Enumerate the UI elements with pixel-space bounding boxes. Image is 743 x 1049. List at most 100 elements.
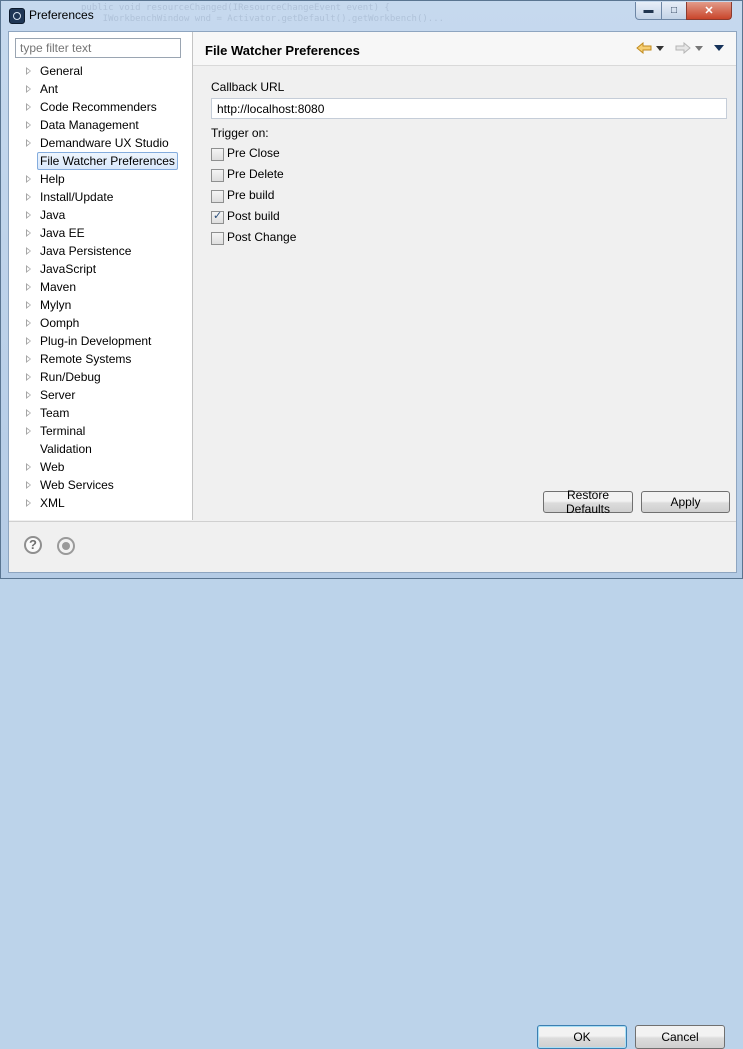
tree-item[interactable]: Ant [9,80,192,98]
title-bar[interactable]: Preferences public void resourceChanged(… [1,1,742,31]
apply-button[interactable]: Apply [641,491,730,513]
dialog-button-bar: ? OK Cancel [9,521,736,1049]
callback-url-input[interactable] [211,98,727,119]
tree-item[interactable]: Java [9,206,192,224]
page-title: File Watcher Preferences [205,43,360,58]
expand-arrow-icon[interactable] [26,409,31,417]
tree-item-label: Help [40,172,65,186]
tree-item-label: Terminal [40,424,86,438]
tree-item-label: Maven [40,280,77,294]
trigger-checkbox[interactable] [211,169,224,182]
forward-arrow-icon[interactable] [675,42,691,54]
trigger-checkbox[interactable] [211,232,224,245]
expand-arrow-icon[interactable] [26,247,31,255]
tree-item[interactable]: Server [9,386,192,404]
tree-item[interactable]: Team [9,404,192,422]
tree-item[interactable]: Install/Update [9,188,192,206]
expand-arrow-icon[interactable] [26,391,31,399]
tree-item[interactable]: Web Services [9,476,192,494]
tree-item-label: Data Management [40,118,139,132]
tree-item[interactable]: Plug-in Development [9,332,192,350]
tree-item[interactable]: Data Management [9,116,192,134]
expand-arrow-icon[interactable] [26,301,31,309]
close-button[interactable]: ✕ [686,2,732,20]
minimize-button[interactable]: ▬ [635,2,662,20]
trigger-checkbox[interactable] [211,209,224,224]
tree-item[interactable]: Demandware UX Studio [9,134,192,152]
preference-page: File Watcher Preferences Callback URL Tr… [193,32,736,520]
tree-item[interactable]: Help [9,170,192,188]
tree-item-label: Team [40,406,70,420]
expand-arrow-icon[interactable] [26,139,31,147]
expand-arrow-icon[interactable] [26,103,31,111]
expand-arrow-icon[interactable] [26,211,31,219]
tree-item[interactable]: JavaScript [9,260,192,278]
dialog-client-area: General Ant Code Recommenders Data Manageme… [8,31,737,1049]
expand-arrow-icon[interactable] [26,427,31,435]
tree-item[interactable]: File Watcher Preferences [9,152,192,170]
tree-item[interactable]: Code Recommenders [9,98,192,116]
tree-item[interactable]: Mylyn [9,296,192,314]
expand-arrow-icon[interactable] [26,355,31,363]
tree-item[interactable]: General [9,62,192,80]
expand-arrow-icon[interactable] [26,193,31,201]
maximize-icon: □ [670,5,678,16]
tree-item[interactable]: Validation [9,440,192,458]
tree-item[interactable]: Oomph [9,314,192,332]
callback-url-label: Callback URL [211,80,285,94]
preference-tree-pane: General Ant Code Recommenders Data Manageme… [9,32,193,520]
expand-arrow-icon[interactable] [26,175,31,183]
back-arrow-icon[interactable] [636,42,652,54]
restore-defaults-button[interactable]: Restore Defaults [543,488,633,516]
trigger-checkbox-label: Pre build [227,188,275,202]
expand-arrow-icon[interactable] [26,337,31,345]
expand-arrow-icon[interactable] [26,481,31,489]
tree-item-label: Java Persistence [40,244,132,258]
tree-item-label: Plug-in Development [40,334,152,348]
tree-item-label: Java EE [40,226,85,240]
expand-arrow-icon[interactable] [26,229,31,237]
record-icon[interactable] [57,537,75,555]
tree-item-label: JavaScript [40,262,97,276]
tree-item[interactable]: Web [9,458,192,476]
expand-arrow-icon[interactable] [26,373,31,381]
tree-item[interactable]: Run/Debug [9,368,192,386]
close-icon: ✕ [704,5,714,17]
trigger-checkbox[interactable] [211,190,224,203]
view-menu-icon[interactable] [714,45,724,51]
expand-arrow-icon[interactable] [26,265,31,273]
tree-item[interactable]: Terminal [9,422,192,440]
expand-arrow-icon[interactable] [26,283,31,291]
expand-arrow-icon[interactable] [26,499,31,507]
expand-arrow-icon[interactable] [26,319,31,327]
tree-item[interactable]: Remote Systems [9,350,192,368]
help-icon[interactable]: ? [24,536,42,554]
tree-item-label: Web [40,460,65,474]
back-history-dropdown-icon[interactable] [656,46,664,51]
tree-item-label: Validation [40,442,92,456]
tree-item[interactable]: Java EE [9,224,192,242]
expand-arrow-icon[interactable] [26,121,31,129]
expand-arrow-icon[interactable] [26,85,31,93]
preferences-window: Preferences public void resourceChanged(… [0,0,743,1049]
cancel-button[interactable]: Cancel [635,1025,725,1049]
tree-item-label: File Watcher Preferences [37,152,178,170]
ok-button[interactable]: OK [537,1025,627,1049]
tree-item-label: Run/Debug [40,370,101,384]
trigger-checkbox-label: Pre Close [227,146,280,160]
maximize-button[interactable]: □ [661,2,687,20]
expand-arrow-icon[interactable] [26,67,31,75]
tree-item-label: Demandware UX Studio [40,136,169,150]
tree-item[interactable]: Maven [9,278,192,296]
trigger-on-label: Trigger on: [211,126,269,140]
trigger-checkbox[interactable] [211,148,224,161]
tree-item[interactable]: XML [9,494,192,512]
tree-item-label: XML [40,496,65,510]
trigger-checkbox-label: Post Change [227,230,297,244]
expand-arrow-icon[interactable] [26,463,31,471]
tree-item-label: Install/Update [40,190,114,204]
page-header: File Watcher Preferences [193,32,736,66]
filter-input[interactable] [15,38,181,58]
forward-history-dropdown-icon[interactable] [695,46,703,51]
tree-item[interactable]: Java Persistence [9,242,192,260]
